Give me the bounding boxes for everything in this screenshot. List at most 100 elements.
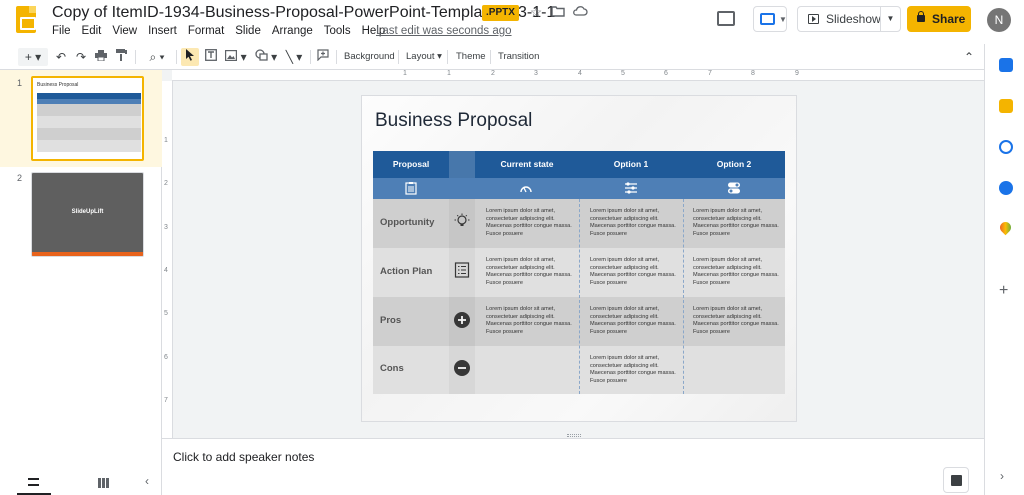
thumb-row xyxy=(37,104,141,116)
icon-column-shade xyxy=(449,199,475,394)
account-avatar[interactable]: N xyxy=(987,8,1011,32)
toolbar: + ▾ ↶ ↷ ⌕ ▾ ▾ ▾ ╲ ▾ Background Layout ▾ … xyxy=(0,44,984,70)
thumb-row xyxy=(37,116,141,128)
menu-file[interactable]: File xyxy=(52,25,71,37)
ruler-number: 1 xyxy=(403,70,407,77)
comments-icon[interactable] xyxy=(717,11,735,26)
paint-format-icon[interactable] xyxy=(114,48,128,66)
redo-icon[interactable]: ↷ xyxy=(74,48,88,66)
list-view-icon xyxy=(28,478,39,486)
menu-edit[interactable]: Edit xyxy=(82,25,102,37)
move-folder-icon[interactable] xyxy=(550,4,566,20)
ruler-number: 3 xyxy=(534,70,538,77)
ruler-number: 9 xyxy=(795,70,799,77)
chevron-right-icon[interactable]: › xyxy=(1000,469,1004,483)
document-title[interactable]: Copy of ItemID-1934-Business-Proposal-Po… xyxy=(52,4,555,22)
cell-text: Lorem ipsum dolor sit amet, consectetuer… xyxy=(590,355,676,384)
ruler-number: 2 xyxy=(164,180,168,187)
share-button[interactable]: Share xyxy=(907,6,971,32)
row-label-opportunity: Opportunity xyxy=(380,217,435,228)
slide-title[interactable]: Business Proposal xyxy=(375,110,532,132)
menu-arrange[interactable]: Arrange xyxy=(272,25,313,37)
slide-thumbnail-2[interactable]: SlideUpLift xyxy=(31,172,144,257)
print-icon[interactable] xyxy=(94,48,108,66)
keep-icon[interactable] xyxy=(999,99,1013,113)
last-edit-link[interactable]: Last edit was seconds ago xyxy=(376,25,512,37)
thumb-row xyxy=(37,128,141,140)
notes-resize-handle[interactable] xyxy=(567,434,581,437)
cloud-status-icon[interactable] xyxy=(572,4,588,20)
new-slide-button[interactable]: + ▾ xyxy=(18,48,48,66)
thumb-bottom-bar xyxy=(32,252,143,256)
menu-bar: File Edit View Insert Format Slide Arran… xyxy=(52,25,396,37)
present-to-meeting-button[interactable]: ▼ xyxy=(753,6,787,32)
slide-thumbnail-1[interactable]: Business Proposal xyxy=(31,76,144,161)
menu-view[interactable]: View xyxy=(112,25,137,37)
background-button[interactable]: Background xyxy=(344,48,395,66)
contacts-icon[interactable] xyxy=(999,181,1013,195)
header-current-state: Current state xyxy=(500,159,554,169)
header-option-2: Option 2 xyxy=(716,159,752,169)
row-label-cons: Cons xyxy=(380,363,404,374)
layout-button[interactable]: Layout ▾ xyxy=(406,48,442,66)
slide-number: 1 xyxy=(17,78,23,88)
calendar-icon[interactable] xyxy=(999,58,1013,72)
line-button[interactable]: ╲ ▾ xyxy=(283,48,305,66)
layout-label: Layout xyxy=(406,51,435,62)
menu-tools[interactable]: Tools xyxy=(324,25,351,37)
slide[interactable]: Business Proposal Proposal Current state… xyxy=(361,95,797,422)
ruler-number: 3 xyxy=(164,224,168,231)
ruler-number: 1 xyxy=(447,70,451,77)
header-proposal: Proposal xyxy=(392,159,430,169)
toolbar-divider xyxy=(490,50,491,64)
speaker-notes[interactable]: Click to add speaker notes xyxy=(162,434,984,495)
lock-icon xyxy=(917,11,925,22)
column-divider xyxy=(579,199,580,394)
ruler-number: 8 xyxy=(751,70,755,77)
slideshow-button[interactable]: Slideshow ▼ xyxy=(797,6,901,32)
menu-slide[interactable]: Slide xyxy=(235,25,261,37)
slides-logo-icon[interactable] xyxy=(16,6,36,33)
collapse-filmstrip-icon[interactable]: ‹ xyxy=(145,474,149,488)
toolbar-divider xyxy=(336,50,337,64)
maps-icon[interactable] xyxy=(997,219,1014,236)
ruler-number: 4 xyxy=(578,70,582,77)
app-header: Copy of ItemID-1934-Business-Proposal-Po… xyxy=(0,0,1024,44)
collapse-toolbar-icon[interactable]: ⌃ xyxy=(962,48,976,66)
grid-view-icon[interactable] xyxy=(98,478,109,488)
row-label-action-plan: Action Plan xyxy=(380,266,433,277)
insert-image-button[interactable]: ▾ xyxy=(223,48,249,66)
slideshow-dropdown-icon[interactable]: ▼ xyxy=(880,7,900,31)
select-tool-icon[interactable] xyxy=(181,48,199,66)
sliders-icon xyxy=(625,182,637,194)
filmstrip-view-button[interactable] xyxy=(17,470,51,495)
share-label: Share xyxy=(932,12,966,26)
speaker-notes-placeholder[interactable]: Click to add speaker notes xyxy=(173,450,314,464)
horizontal-ruler: 1 1 2 3 4 5 6 7 8 9 xyxy=(172,70,984,81)
slideshow-play-icon xyxy=(808,14,819,24)
slideshow-label: Slideshow xyxy=(826,12,881,26)
transition-button[interactable]: Transition xyxy=(498,48,539,66)
ruler-number: 2 xyxy=(491,70,495,77)
theme-button[interactable]: Theme xyxy=(456,48,486,66)
toggles-icon xyxy=(728,182,740,194)
chevron-down-icon: ▼ xyxy=(779,15,787,24)
ruler-number: 5 xyxy=(164,310,168,317)
shape-button[interactable]: ▾ xyxy=(253,48,279,66)
text-box-icon[interactable] xyxy=(203,48,219,66)
add-comment-icon[interactable] xyxy=(316,48,330,66)
ruler-number: 7 xyxy=(164,397,168,404)
menu-format[interactable]: Format xyxy=(188,25,224,37)
undo-icon[interactable]: ↶ xyxy=(54,48,68,66)
ruler-number: 7 xyxy=(708,70,712,77)
tasks-icon[interactable] xyxy=(999,140,1013,154)
cell-text: Lorem ipsum dolor sit amet, consectetuer… xyxy=(693,257,779,286)
thumb-title: Business Proposal xyxy=(37,82,79,88)
menu-insert[interactable]: Insert xyxy=(148,25,177,37)
table-icon-row xyxy=(373,178,785,199)
zoom-button[interactable]: ⌕ ▾ xyxy=(143,48,171,66)
add-on-plus-icon[interactable]: + xyxy=(999,282,1008,300)
row-label-pros: Pros xyxy=(380,315,402,326)
star-icon[interactable]: ☆ xyxy=(528,4,544,20)
explore-button[interactable] xyxy=(943,467,969,493)
